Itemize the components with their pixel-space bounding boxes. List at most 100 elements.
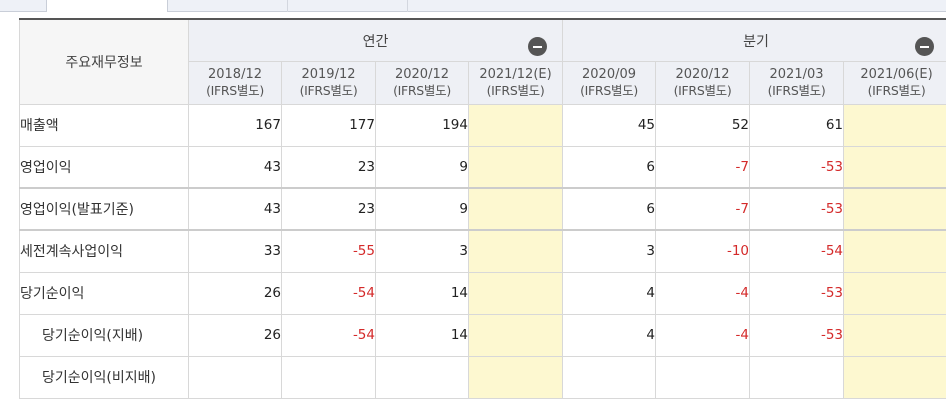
period-label: 2021/03 (769, 66, 824, 82)
value-cell: 177 (281, 103, 376, 147)
value-cell: -7 (655, 187, 751, 231)
value-cell: 26 (188, 313, 282, 357)
value-cell: -53 (749, 187, 845, 231)
value-cell (467, 187, 564, 231)
period-label: 2020/09 (582, 66, 637, 82)
value-cell: -54 (749, 229, 845, 273)
value-cell: 14 (375, 313, 469, 357)
value-cell: -54 (281, 313, 376, 357)
period-header: 2018/12 (IFRS별도) (188, 60, 282, 105)
row-label: 당기순이익(비지배) (19, 355, 189, 399)
value-cell: -54 (281, 271, 376, 315)
annual-group-header: 연간 (187, 18, 564, 62)
period-header: 2019/12 (IFRS별도) (281, 60, 376, 105)
tab-2[interactable] (168, 0, 288, 12)
value-cell (843, 103, 946, 147)
value-cell: 45 (562, 103, 657, 147)
value-cell (467, 103, 564, 147)
value-cell: -10 (655, 229, 751, 273)
row-label: 당기순이익(지배) (19, 313, 189, 357)
value-cell (843, 271, 946, 315)
value-cell: 26 (188, 271, 282, 315)
period-header: 2021/03 (IFRS별도) (749, 60, 845, 105)
row-label: 매출액 (19, 103, 189, 147)
table-row: 매출액 167 177 194 45 52 61 (19, 103, 946, 147)
value-cell (467, 271, 564, 315)
period-header: 2020/12 (IFRS별도) (655, 60, 751, 105)
value-cell (562, 355, 657, 399)
value-cell: 23 (281, 145, 376, 189)
table-row: 당기순이익(지배) 26 -54 14 4 -4 -53 (19, 313, 946, 357)
value-cell: 6 (562, 145, 657, 189)
value-cell (843, 229, 946, 273)
period-basis: (IFRS별도) (393, 82, 451, 98)
period-label: 2018/12 (207, 66, 262, 82)
financial-summary-table: 주요재무정보 연간 분기 2018/12 (IFRS별도) 2019/12 (IFRS… (19, 18, 946, 399)
top-tab-bar (0, 0, 946, 12)
period-basis: (IFRS별도) (867, 82, 926, 98)
value-cell: 3 (375, 229, 469, 273)
value-cell: -53 (749, 271, 845, 315)
period-label: 2021/06(E) (860, 66, 933, 82)
value-cell: -7 (655, 145, 751, 189)
annual-group-label: 연간 (362, 34, 389, 51)
value-cell (843, 313, 946, 357)
value-cell: 6 (562, 187, 657, 231)
value-cell (843, 355, 946, 399)
table-row: 당기순이익(비지배) (19, 355, 946, 399)
quarterly-group-header: 분기 (562, 18, 946, 62)
period-basis: (IFRS별도) (299, 82, 358, 98)
value-cell (375, 355, 469, 399)
value-cell (467, 145, 564, 189)
value-cell: 4 (562, 271, 657, 315)
value-cell (843, 145, 946, 189)
period-basis: (IFRS별도) (580, 82, 638, 98)
tab-3[interactable] (288, 0, 408, 12)
value-cell (281, 355, 376, 399)
value-cell (655, 355, 751, 399)
period-header: 2020/09 (IFRS별도) (562, 60, 657, 105)
period-header: 2021/06(E) (IFRS별도) (843, 60, 946, 105)
value-cell (467, 355, 564, 399)
period-header: 2020/12 (IFRS별도) (375, 60, 469, 105)
value-cell: 23 (281, 187, 376, 231)
value-cell: 9 (375, 187, 469, 231)
period-label: 2020/12 (675, 66, 730, 82)
table-corner-label: 주요재무정보 (19, 18, 189, 105)
value-cell: 194 (375, 103, 469, 147)
table-row: 영업이익(발표기준) 43 23 9 6 -7 -53 (19, 187, 946, 231)
period-label: 2021/12(E) (479, 66, 552, 82)
minus-circle-icon[interactable] (528, 37, 548, 56)
value-cell: 52 (655, 103, 751, 147)
value-cell: -53 (749, 313, 845, 357)
value-cell: 33 (188, 229, 282, 273)
period-basis: (IFRS별도) (206, 82, 264, 98)
row-label: 당기순이익 (19, 271, 189, 315)
quarterly-group-label: 분기 (743, 34, 769, 51)
period-label: 2019/12 (301, 66, 356, 82)
value-cell (843, 187, 946, 231)
tab-active[interactable] (46, 0, 168, 12)
period-basis: (IFRS별도) (486, 82, 545, 98)
period-header: 2021/12(E) (IFRS별도) (467, 60, 564, 105)
period-basis: (IFRS별도) (673, 82, 732, 98)
value-cell: -55 (281, 229, 376, 273)
period-basis: (IFRS별도) (767, 82, 826, 98)
row-label: 영업이익 (19, 145, 189, 189)
table-row: 당기순이익 26 -54 14 4 -4 -53 (19, 271, 946, 315)
row-label: 영업이익(발표기준) (19, 187, 189, 231)
row-label: 세전계속사업이익 (19, 229, 189, 273)
value-cell: 43 (188, 187, 282, 231)
value-cell: 9 (375, 145, 469, 189)
value-cell: 4 (562, 313, 657, 357)
value-cell: -4 (655, 271, 751, 315)
minus-circle-icon[interactable] (915, 37, 935, 56)
value-cell: 3 (562, 229, 657, 273)
value-cell (467, 229, 564, 273)
value-cell: 61 (749, 103, 845, 147)
value-cell: -4 (655, 313, 751, 357)
value-cell (188, 355, 282, 399)
table-row: 세전계속사업이익 33 -55 3 3 -10 -54 (19, 229, 946, 273)
value-cell: 167 (188, 103, 282, 147)
value-cell: -53 (749, 145, 845, 189)
